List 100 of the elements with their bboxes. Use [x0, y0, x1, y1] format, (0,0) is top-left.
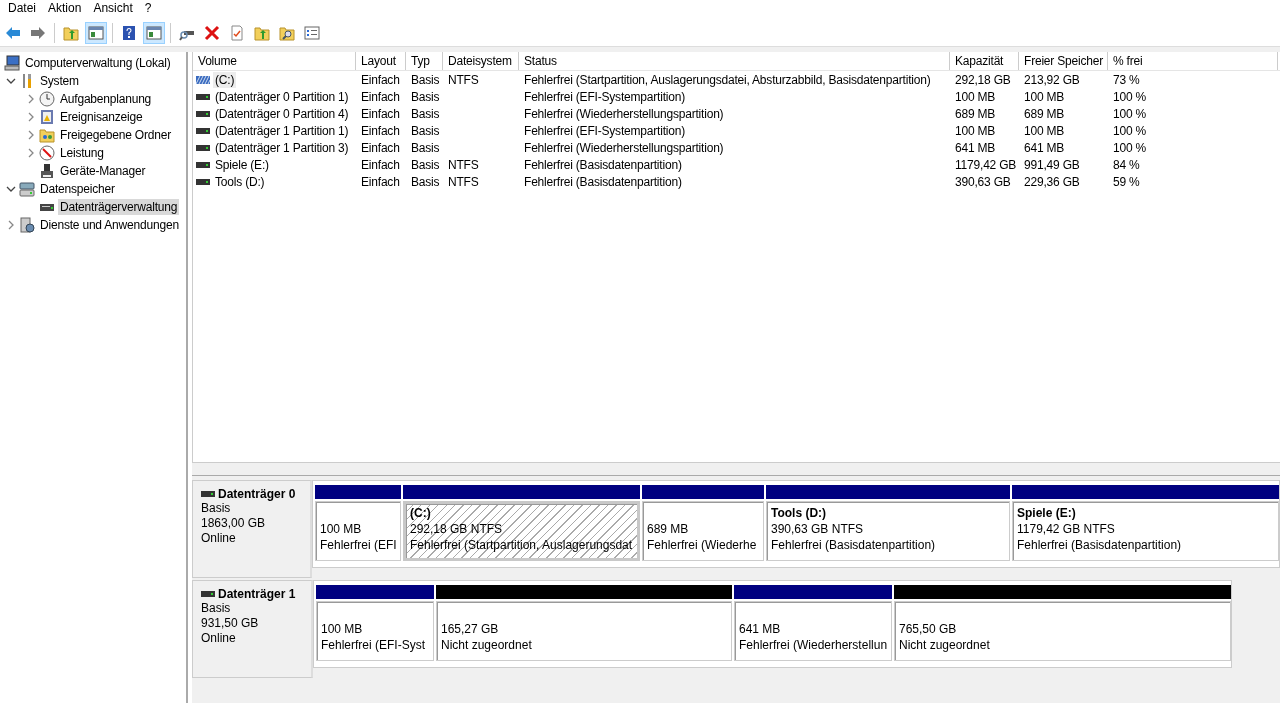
toolbar-button[interactable]	[143, 22, 165, 44]
table-cell: 100 MB	[955, 123, 996, 138]
tree-item[interactable]: Datenträgerverwaltung	[58, 199, 180, 215]
table-cell: 100 %	[1113, 123, 1147, 138]
expand-chevron-icon[interactable]	[26, 112, 36, 122]
collapse-chevron-icon[interactable]	[6, 76, 16, 86]
table-cell: Einfach	[361, 72, 400, 87]
row-label[interactable]: (C:)	[213, 71, 237, 88]
expand-chevron-icon[interactable]	[26, 148, 36, 158]
partition-block[interactable]: 689 MB Fehlerfrei (Wiederhe	[642, 501, 764, 561]
column-header[interactable]: Status	[519, 52, 950, 70]
partition-size: 100 MB	[320, 521, 363, 537]
row-label[interactable]: (Datenträger 1 Partition 3)	[213, 139, 351, 156]
partition-block[interactable]: (C:) 292,18 GB NTFS Fehlerfrei (Startpartition, Auslagerungsdat	[403, 501, 640, 561]
partition-status: Fehlerfrei (Basisdatenpartition)	[771, 537, 937, 553]
table-cell: 100 MB	[1024, 89, 1065, 104]
table-cell: Fehlerfrei (Basisdatenpartition)	[524, 157, 682, 172]
tree-item[interactable]: Datenspeicher	[38, 181, 117, 197]
table-cell: 991,49 GB	[1024, 157, 1080, 172]
drive-icon	[196, 178, 210, 185]
folder-search-icon	[279, 25, 295, 41]
drive-icon	[196, 93, 210, 100]
table-cell: Einfach	[361, 140, 400, 155]
column-header[interactable]: Freier Speicher	[1019, 52, 1108, 70]
table-cell: 292,18 GB	[955, 72, 1011, 87]
expand-chevron-icon[interactable]	[26, 94, 36, 104]
collapse-chevron-icon[interactable]	[6, 184, 16, 194]
device-icon	[39, 163, 55, 179]
folder-arrow-icon	[254, 25, 270, 41]
column-header[interactable]: Dateisystem	[443, 52, 519, 70]
striped-volume-icon	[196, 75, 210, 84]
table-cell: NTFS	[448, 72, 479, 87]
disk-info-panel[interactable]: Datenträger 1 Basis 931,50 GB Online	[192, 580, 313, 678]
partition-name: (C:)	[410, 506, 432, 521]
row-label[interactable]: Tools (D:)	[213, 173, 267, 190]
partition-block[interactable]: 641 MB Fehlerfrei (Wiederherstellun	[734, 601, 892, 661]
expand-chevron-icon[interactable]	[6, 220, 16, 230]
partition-block[interactable]: 165,27 GB Nicht zugeordnet	[436, 601, 732, 661]
table-cell: Basis	[411, 157, 440, 172]
disk-type: Basis	[201, 501, 232, 516]
table-cell: 689 MB	[1024, 106, 1065, 121]
tree-item[interactable]: Aufgabenplanung	[58, 91, 154, 107]
toolbar-button[interactable]	[85, 22, 107, 44]
table-cell: 100 MB	[1024, 123, 1065, 138]
menu-item[interactable]: Aktion	[42, 0, 88, 16]
partition-status: Fehlerfrei (Startpartition, Auslagerungsdat	[410, 537, 633, 553]
row-label[interactable]: (Datenträger 0 Partition 4)	[213, 105, 351, 122]
event-log-icon	[39, 109, 55, 125]
row-label[interactable]: Spiele (E:)	[213, 156, 271, 173]
drive-icon	[196, 110, 210, 117]
table-cell: 100 %	[1113, 140, 1147, 155]
table-cell: Fehlerfrei (Wiederherstellungspartition)	[524, 140, 724, 155]
partition-status: Fehlerfrei (EFI-Syst	[321, 637, 426, 653]
expand-chevron-icon[interactable]	[26, 130, 36, 140]
tree-item[interactable]: System	[38, 73, 81, 89]
disk-name: Datenträger 0	[218, 487, 296, 501]
table-cell: 1179,42 GB	[955, 157, 1017, 172]
tree-item[interactable]: Geräte-Manager	[58, 163, 148, 179]
partition-block[interactable]: Tools (D:) 390,63 GB NTFS Fehlerfrei (Basisdatenpartition)	[766, 501, 1010, 561]
disk-status: Online	[201, 631, 237, 646]
disk-info-panel[interactable]: Datenträger 0 Basis 1863,00 GB Online	[192, 480, 312, 578]
partition-block[interactable]: 100 MB Fehlerfrei (EFI	[315, 501, 401, 561]
gauge-icon	[39, 145, 55, 161]
table-cell: Basis	[411, 174, 440, 189]
tree-item[interactable]: Ereignisanzeige	[58, 109, 145, 125]
partition-size: 689 MB	[647, 521, 690, 537]
table-cell: 641 MB	[1024, 140, 1065, 155]
storage-icon	[19, 181, 35, 197]
row-label[interactable]: (Datenträger 1 Partition 1)	[213, 122, 351, 139]
disk-type: Basis	[201, 601, 232, 616]
partition-block[interactable]: Spiele (E:) 1179,42 GB NTFS Fehlerfrei (Basisdatenpartition)	[1012, 501, 1279, 561]
column-header[interactable]: Typ	[406, 52, 443, 70]
column-header[interactable]: Layout	[356, 52, 406, 70]
panel-icon	[146, 25, 162, 41]
partition-size: 1179,42 GB NTFS	[1017, 521, 1116, 537]
disk-name: Datenträger 1	[218, 587, 296, 601]
forward-arrow-icon	[30, 25, 46, 41]
partition-size: 100 MB	[321, 621, 364, 637]
menu-item[interactable]: Datei	[2, 0, 42, 16]
table-cell: Fehlerfrei (Startpartition, Auslagerungsdatei, Absturzabbild, Basisdatenpartition)	[524, 72, 931, 87]
table-cell: 100 %	[1113, 106, 1147, 121]
partition-status: Nicht zugeordnet	[441, 637, 533, 653]
tree-item[interactable]: Freigegebene Ordner	[58, 127, 173, 143]
column-header[interactable]: Kapazität	[950, 52, 1019, 70]
tree-item[interactable]: Computerverwaltung (Lokal)	[23, 55, 173, 71]
table-cell: Fehlerfrei (Basisdatenpartition)	[524, 174, 682, 189]
tree-item[interactable]: Dienste und Anwendungen	[38, 217, 181, 233]
menu-item[interactable]: ?	[138, 0, 158, 16]
table-cell: Fehlerfrei (EFI-Systempartition)	[524, 123, 685, 138]
partition-block[interactable]: 100 MB Fehlerfrei (EFI-Syst	[316, 601, 434, 661]
column-header[interactable]: % frei	[1108, 52, 1278, 70]
panel-icon	[88, 25, 104, 41]
tree-item[interactable]: Leistung	[58, 145, 106, 161]
partition-block[interactable]: 765,50 GB Nicht zugeordnet	[894, 601, 1231, 661]
row-label[interactable]: (Datenträger 0 Partition 1)	[213, 88, 351, 105]
table-cell: 390,63 GB	[955, 174, 1011, 189]
menu-item[interactable]: Ansicht	[87, 0, 139, 16]
partition-status: Nicht zugeordnet	[899, 637, 991, 653]
column-header[interactable]: Volume	[193, 52, 356, 70]
services-icon	[19, 217, 35, 233]
